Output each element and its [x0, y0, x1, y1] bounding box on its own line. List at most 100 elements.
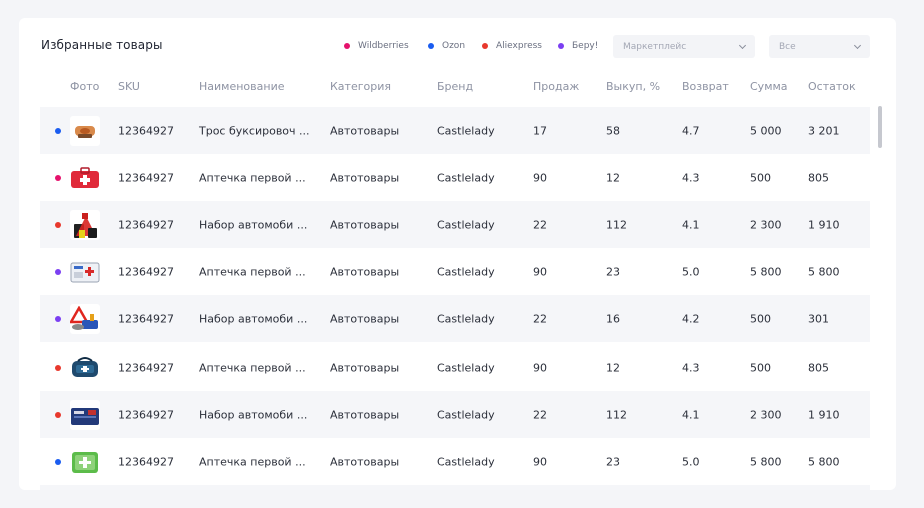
- legend-beru: Беру!: [558, 41, 598, 51]
- cell-returns: 4.2: [682, 312, 700, 325]
- cell-returns: 5.0: [682, 455, 700, 468]
- cell-name[interactable]: Набор автомоби ...: [199, 312, 307, 325]
- legend-wildberries: Wildberries: [344, 41, 409, 51]
- cell-sku: 12364927: [118, 408, 174, 421]
- cell-buyout: 23: [606, 265, 620, 278]
- cell-brand: Castlelady: [437, 171, 495, 184]
- cell-sales: 90: [533, 171, 547, 184]
- scrollbar-thumb[interactable]: [878, 106, 882, 148]
- marketplace-select[interactable]: Маркетплейс: [613, 35, 755, 58]
- marketplace-dot: [55, 411, 61, 418]
- all-select[interactable]: Все: [769, 35, 870, 58]
- cell-stock: 5 800: [808, 455, 840, 468]
- col-header-stock[interactable]: Остаток: [808, 80, 856, 93]
- cell-sku: 12364927: [118, 218, 174, 231]
- first-aid-green-icon: [70, 446, 100, 477]
- cell-returns: 4.3: [682, 171, 700, 184]
- cell-sku: 12364927: [118, 124, 174, 137]
- cell-buyout: 12: [606, 171, 620, 184]
- table-row[interactable]: 12364927 Набор автомоби ... Автотовары C…: [40, 295, 870, 342]
- marketplace-dot: [55, 364, 61, 371]
- col-header-category[interactable]: Категория: [330, 80, 391, 93]
- marketplace-dot: [55, 174, 61, 181]
- cell-category: Автотовары: [330, 218, 400, 231]
- cell-category: Автотовары: [330, 361, 400, 374]
- cell-sales: 90: [533, 455, 547, 468]
- cell-returns: 4.3: [682, 361, 700, 374]
- car-bag-icon: [70, 399, 100, 430]
- cell-name[interactable]: Набор автомоби ...: [199, 408, 307, 421]
- table-row[interactable]: 12364927 Набор автомоби ... Автотовары C…: [40, 391, 870, 438]
- table-row[interactable]: 12364927 Набор автомоби ... Автотовары C…: [40, 201, 870, 248]
- marketplace-dot: [55, 458, 61, 465]
- cell-sum: 5 000: [750, 124, 782, 137]
- marketplace-select-label: Маркетплейс: [623, 41, 687, 52]
- cell-stock: 805: [808, 361, 829, 374]
- car-kit-icon: [70, 209, 100, 240]
- page-footer-area: [0, 490, 924, 508]
- cell-sku: 12364927: [118, 265, 174, 278]
- cell-brand: Castlelady: [437, 408, 495, 421]
- legend-dot: [428, 43, 434, 49]
- marketplace-dot: [55, 315, 61, 322]
- legend-dot: [482, 43, 488, 49]
- cell-brand: Castlelady: [437, 455, 495, 468]
- cell-sku: 12364927: [118, 455, 174, 468]
- table-row[interactable]: 12364927 Аптечка первой ... Автотовары C…: [40, 438, 870, 485]
- legend-aliexpress: Aliexpress: [482, 41, 542, 51]
- cell-name[interactable]: Набор автомоби ...: [199, 218, 307, 231]
- cell-buyout: 23: [606, 455, 620, 468]
- all-select-label: Все: [779, 41, 796, 52]
- cell-name[interactable]: Аптечка первой ...: [199, 455, 306, 468]
- cell-returns: 4.7: [682, 124, 700, 137]
- legend-label: Wildberries: [358, 41, 409, 51]
- col-header-buyout[interactable]: Выкуп, %: [606, 80, 660, 93]
- table-row[interactable]: 12364927 Аптечка первой ... Автотовары C…: [40, 248, 870, 295]
- col-header-brand[interactable]: Бренд: [437, 80, 473, 93]
- cell-stock: 805: [808, 171, 829, 184]
- table-row[interactable]: 12364927 Аптечка первой ... Автотовары C…: [40, 154, 870, 201]
- cell-category: Автотовары: [330, 312, 400, 325]
- card-title: Избранные товары: [41, 38, 163, 52]
- legend-dot: [344, 43, 350, 49]
- first-aid-kit-icon: [70, 162, 100, 193]
- cell-stock: 1 910: [808, 218, 840, 231]
- table-row[interactable]: 12364927 Трос буксировоч ... Автотовары …: [40, 107, 870, 154]
- cell-buyout: 112: [606, 408, 627, 421]
- marketplace-dot: [55, 127, 61, 134]
- cell-returns: 4.1: [682, 408, 700, 421]
- marketplace-dot: [55, 221, 61, 228]
- legend-ozon: Ozon: [428, 41, 465, 51]
- legend-label: Ozon: [442, 41, 466, 51]
- cell-buyout: 58: [606, 124, 620, 137]
- legend-dot: [558, 43, 564, 49]
- col-header-returns[interactable]: Возврат: [682, 80, 729, 93]
- cell-sum: 2 300: [750, 218, 782, 231]
- table-row[interactable]: 12364927 Аптечка первой ... Автотовары C…: [40, 344, 870, 391]
- cell-brand: Castlelady: [437, 124, 495, 137]
- cell-name[interactable]: Трос буксировоч ...: [199, 124, 310, 137]
- cell-sum: 500: [750, 312, 771, 325]
- chevron-down-icon: [853, 41, 862, 49]
- cell-name[interactable]: Аптечка первой ...: [199, 171, 306, 184]
- first-aid-box-icon: [70, 256, 100, 287]
- cell-sales: 90: [533, 265, 547, 278]
- cell-returns: 5.0: [682, 265, 700, 278]
- cell-name[interactable]: Аптечка первой ...: [199, 265, 306, 278]
- warning-triangle-icon: [70, 303, 100, 334]
- col-header-sum[interactable]: Сумма: [750, 80, 788, 93]
- col-header-sku[interactable]: SKU: [118, 80, 140, 93]
- col-header-name[interactable]: Наименование: [199, 80, 284, 93]
- cell-buyout: 12: [606, 361, 620, 374]
- cell-category: Автотовары: [330, 408, 400, 421]
- col-header-sales[interactable]: Продаж: [533, 80, 579, 93]
- cell-stock: 3 201: [808, 124, 840, 137]
- cell-stock: 5 800: [808, 265, 840, 278]
- favorites-card: Избранные товары Wildberries Ozon Aliexp…: [19, 18, 896, 490]
- cell-returns: 4.1: [682, 218, 700, 231]
- cell-name[interactable]: Аптечка первой ...: [199, 361, 306, 374]
- cell-sku: 12364927: [118, 171, 174, 184]
- col-header-photo: Фото: [70, 80, 100, 93]
- cell-sku: 12364927: [118, 312, 174, 325]
- cell-category: Автотовары: [330, 171, 400, 184]
